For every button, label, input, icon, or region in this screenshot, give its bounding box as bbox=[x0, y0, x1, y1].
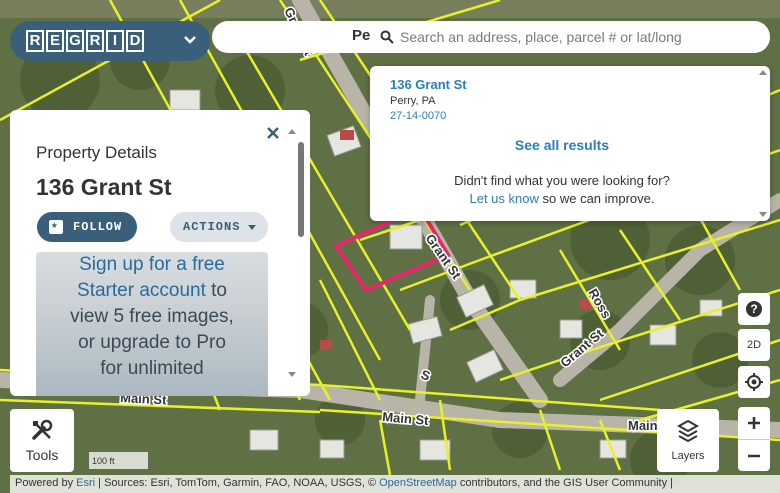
map-attribution: Powered by Esri | Sources: Esri, TomTom,… bbox=[10, 475, 780, 493]
property-address: 136 Grant St bbox=[36, 174, 172, 200]
crosshair-icon bbox=[745, 373, 763, 391]
feedback-line: Let us know so we can improve. bbox=[370, 191, 754, 206]
tools-button[interactable]: Tools bbox=[10, 409, 74, 472]
see-all-results-link[interactable]: See all results bbox=[370, 137, 754, 153]
help-button[interactable]: ? bbox=[738, 293, 770, 325]
scroll-down-arrow[interactable] bbox=[759, 212, 767, 217]
logo-letter: E bbox=[46, 30, 64, 52]
caret-down-icon bbox=[248, 224, 257, 230]
osm-link[interactable]: OpenStreetMap bbox=[379, 477, 457, 489]
contributors-text: contributors, and the GIS User Community… bbox=[456, 477, 673, 489]
result-subtitle: Perry, PA bbox=[390, 95, 436, 107]
follow-button[interactable]: FOLLOW bbox=[37, 212, 137, 242]
sources-text: | Sources: Esri, TomTom, Garmin, FAO, NO… bbox=[95, 477, 380, 489]
street-label-main-st-3: Main bbox=[628, 418, 658, 433]
signup-link[interactable]: Sign up for a free bbox=[36, 254, 268, 276]
scale-bar: 100 ft bbox=[88, 452, 149, 470]
upsell-text: to bbox=[205, 280, 227, 301]
view-mode-toggle[interactable]: 2D bbox=[738, 329, 770, 361]
star-icon bbox=[49, 218, 63, 234]
panel-scroll-down-arrow[interactable] bbox=[288, 372, 296, 377]
plus-icon bbox=[748, 417, 760, 429]
layers-button[interactable]: Layers bbox=[657, 409, 719, 472]
layers-icon bbox=[677, 419, 699, 443]
regrid-logo: R E G R I D bbox=[26, 30, 144, 52]
zoom-in-button[interactable] bbox=[738, 407, 770, 439]
panel-scrollbar-thumb[interactable] bbox=[298, 142, 304, 237]
upsell-text: or upgrade to Pro bbox=[78, 332, 226, 353]
follow-label: FOLLOW bbox=[73, 220, 123, 234]
logo-letter: R bbox=[26, 30, 44, 52]
zoom-control bbox=[738, 407, 770, 471]
let-us-know-link[interactable]: Let us know bbox=[470, 191, 539, 206]
upsell-box: Sign up for a free Starter account to vi… bbox=[36, 252, 268, 396]
actions-label: ACTIONS bbox=[183, 220, 241, 234]
layers-label: Layers bbox=[671, 450, 705, 462]
result-title[interactable]: 136 Grant St bbox=[390, 77, 467, 92]
not-found-text: Didn't find what you were looking for? bbox=[454, 173, 670, 188]
improve-text: so we can improve. bbox=[542, 191, 655, 206]
place-name: Pe bbox=[352, 27, 371, 44]
logo-letter: D bbox=[126, 30, 144, 52]
question-icon: ? bbox=[746, 301, 762, 317]
property-details-panel: Property Details 136 Grant St FOLLOW ACT… bbox=[10, 110, 310, 396]
tools-label: Tools bbox=[25, 447, 59, 463]
esri-link[interactable]: Esri bbox=[76, 477, 95, 489]
scroll-up-arrow[interactable] bbox=[759, 70, 767, 75]
logo-letter: G bbox=[66, 30, 84, 52]
actions-button[interactable]: ACTIONS bbox=[170, 212, 268, 242]
view-mode-label: 2D bbox=[746, 339, 762, 351]
search-box[interactable] bbox=[370, 21, 770, 53]
svg-text:?: ? bbox=[750, 302, 757, 316]
upsell-text: for unlimited bbox=[100, 358, 204, 379]
tools-icon bbox=[32, 419, 53, 440]
minus-icon bbox=[748, 454, 760, 457]
panel-heading: Property Details bbox=[36, 143, 157, 162]
chevron-down-icon bbox=[184, 36, 196, 44]
search-icon bbox=[380, 30, 394, 44]
logo-letter: R bbox=[86, 30, 104, 52]
result-parcel-id: 27-14-0070 bbox=[390, 110, 447, 122]
panel-scroll-up-arrow[interactable] bbox=[288, 129, 296, 134]
close-icon[interactable] bbox=[266, 126, 280, 140]
scale-label: 100 ft bbox=[92, 456, 115, 466]
powered-by-text: Powered by bbox=[15, 477, 74, 489]
locate-button[interactable] bbox=[738, 366, 770, 398]
logo-letter: I bbox=[106, 30, 124, 52]
search-results-dropdown: 136 Grant St Perry, PA 27-14-0070 See al… bbox=[370, 66, 770, 221]
upsell-text: view 5 free images, bbox=[70, 306, 234, 327]
zoom-out-button[interactable] bbox=[738, 439, 770, 471]
brand-menu[interactable]: R E G R I D bbox=[10, 21, 210, 61]
search-input[interactable] bbox=[400, 29, 760, 45]
starter-account-link[interactable]: Starter account bbox=[77, 280, 206, 301]
